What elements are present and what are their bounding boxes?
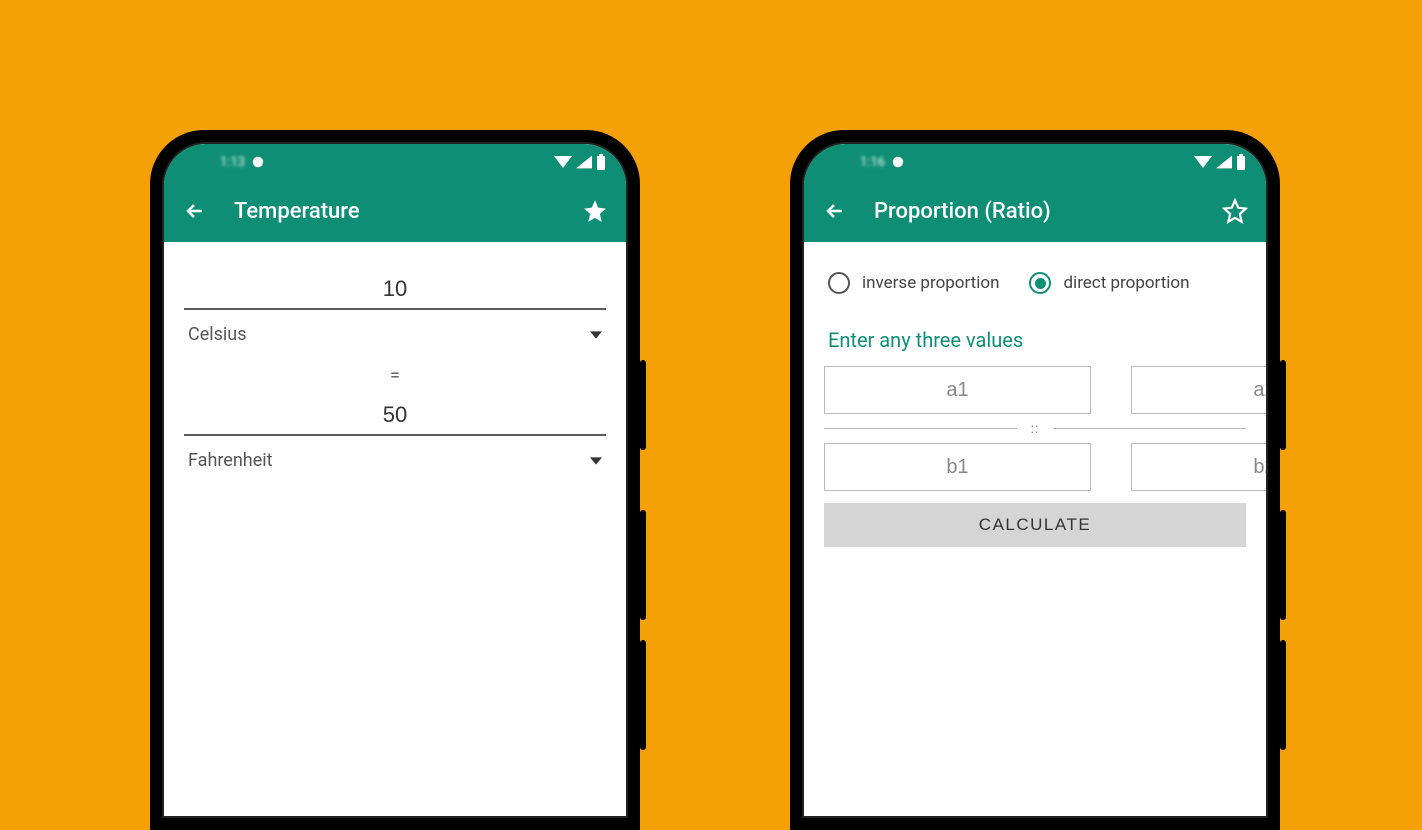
radio-label: direct proportion [1063,273,1189,293]
proportion-content: inverse proportion direct proportion Ent… [804,242,1266,571]
arrow-left-icon [183,199,207,223]
status-bar: 1:13 [164,144,626,180]
star-filled-icon [582,198,608,224]
calculate-button[interactable]: CALCULATE [824,503,1246,547]
signal-icon [1216,155,1232,169]
unit-top-label: Celsius [188,324,247,345]
star-outline-icon [1222,198,1248,224]
page-title: Temperature [234,199,556,224]
input-a2[interactable] [1131,366,1268,414]
input-a1[interactable] [824,366,1091,414]
chat-icon [891,155,905,169]
unit-bottom-dropdown[interactable]: Fahrenheit [184,436,606,477]
input-b2[interactable] [1131,443,1268,491]
ratio-colon: :: [1031,421,1040,437]
unit-top-dropdown[interactable]: Celsius [184,310,606,351]
phone-side-button [640,360,646,450]
battery-icon [1236,154,1246,170]
page-title: Proportion (Ratio) [874,199,1196,224]
chevron-down-icon [590,329,602,341]
favorite-button[interactable] [1222,198,1248,224]
back-button[interactable] [182,198,208,224]
radio-label: inverse proportion [862,273,999,293]
value-bottom-input[interactable] [184,392,606,436]
phone-frame-right: 1:16 Proportion (Ratio) inverse [790,130,1280,830]
signal-icon [576,155,592,169]
status-bar: 1:16 [804,144,1266,180]
phone-screen-left: 1:13 Temperature Celsius [162,142,628,818]
value-top-input[interactable] [184,266,606,310]
battery-icon [596,154,606,170]
radio-checked-icon [1029,272,1051,294]
equals-sign: = [184,351,606,392]
back-button[interactable] [822,198,848,224]
app-bar: Temperature [164,180,626,242]
wifi-icon [1194,155,1212,169]
status-right [1194,154,1246,170]
proportion-type-radiogroup: inverse proportion direct proportion [824,266,1246,304]
unit-bottom-label: Fahrenheit [188,450,273,471]
phone-side-button [640,510,646,620]
phone-side-button [1280,510,1286,620]
chevron-down-icon [590,455,602,467]
app-bar: Proportion (Ratio) [804,180,1266,242]
status-right [554,154,606,170]
status-left: 1:16 [860,155,905,170]
chat-icon [251,155,265,169]
status-left: 1:13 [220,155,265,170]
wifi-icon [554,155,572,169]
ratio-separator-row: :: [824,414,1246,443]
row-b [824,443,1246,491]
favorite-button[interactable] [582,198,608,224]
phone-screen-right: 1:16 Proportion (Ratio) inverse [802,142,1268,818]
input-b1[interactable] [824,443,1091,491]
phone-side-button [640,640,646,750]
status-time: 1:16 [860,155,885,170]
temperature-content: Celsius = Fahrenheit [164,242,626,501]
status-time: 1:13 [220,155,245,170]
divider-line [1053,428,1246,429]
divider-line [824,428,1017,429]
phone-frame-left: 1:13 Temperature Celsius [150,130,640,830]
row-a [824,366,1246,414]
phone-side-button [1280,360,1286,450]
radio-icon [828,272,850,294]
helper-text: Enter any three values [828,328,1242,352]
arrow-left-icon [823,199,847,223]
radio-inverse-proportion[interactable]: inverse proportion [828,272,999,294]
radio-direct-proportion[interactable]: direct proportion [1029,272,1189,294]
phone-side-button [1280,640,1286,750]
